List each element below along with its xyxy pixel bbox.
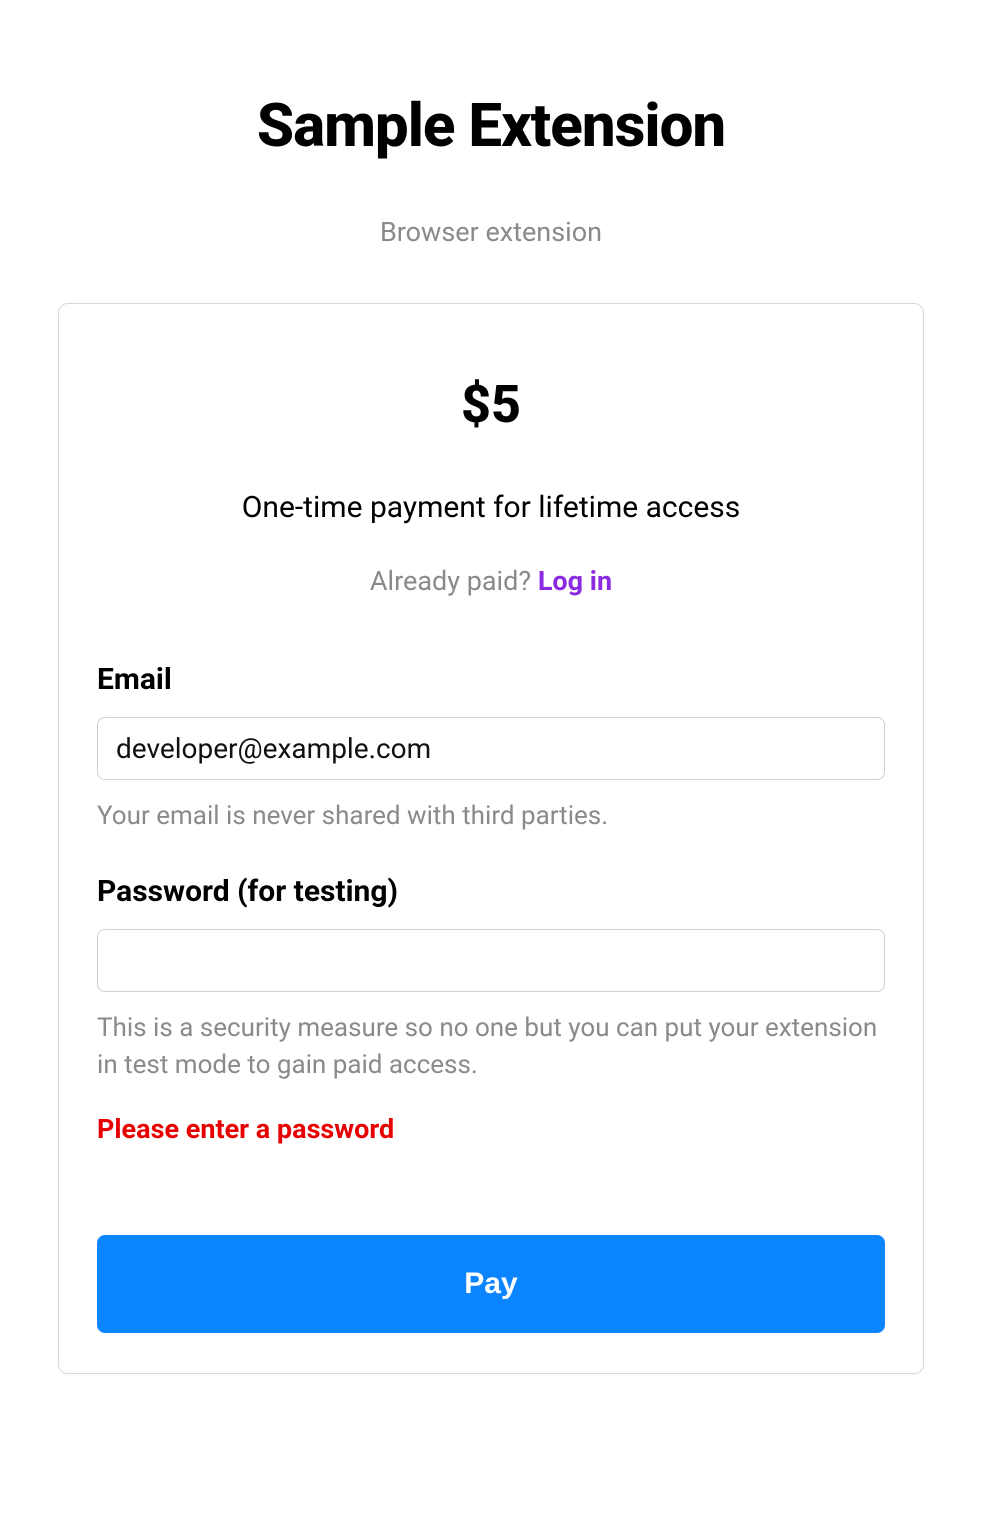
- price: $5: [97, 374, 885, 435]
- login-link[interactable]: Log in: [538, 565, 612, 597]
- password-group: Password (for testing) This is a securit…: [97, 874, 885, 1145]
- page-subtitle: Browser extension: [58, 216, 924, 248]
- email-group: Email Your email is never shared with th…: [97, 662, 885, 834]
- password-error: Please enter a password: [97, 1113, 885, 1145]
- already-paid-text: Already paid? Log in: [97, 565, 885, 597]
- email-label: Email: [97, 662, 885, 697]
- email-input[interactable]: [97, 717, 885, 780]
- password-label: Password (for testing): [97, 874, 885, 909]
- email-help: Your email is never shared with third pa…: [97, 798, 885, 834]
- password-input[interactable]: [97, 929, 885, 992]
- pay-button[interactable]: Pay: [97, 1235, 885, 1333]
- password-help: This is a security measure so no one but…: [97, 1010, 885, 1083]
- price-description: One-time payment for lifetime access: [97, 490, 885, 525]
- already-paid-prefix: Already paid?: [370, 565, 538, 597]
- page-title: Sample Extension: [58, 90, 924, 161]
- payment-card: $5 One-time payment for lifetime access …: [58, 303, 924, 1374]
